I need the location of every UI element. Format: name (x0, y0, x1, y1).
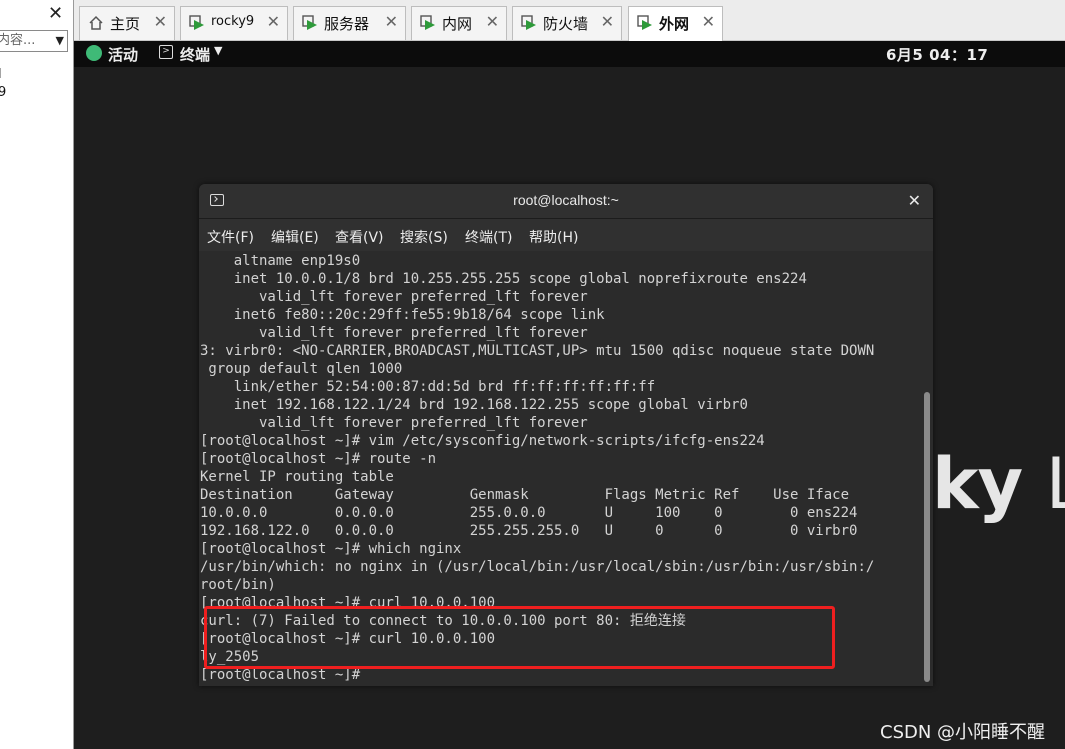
library-search-input[interactable]: 内容... ▼ (0, 30, 68, 52)
terminal-line: [root@localhost ~]# route -n (200, 451, 437, 467)
terminal-line: 3: virbr0: <NO-CARRIER,BROADCAST,MULTICA… (200, 343, 875, 359)
annotation-highlight-box (204, 606, 835, 669)
library-tree: l 9 (0, 66, 6, 102)
menu-edit[interactable]: 编辑(E) (271, 227, 319, 247)
tab-firewall[interactable]: 防火墙 ✕ (512, 6, 622, 40)
home-icon (89, 15, 103, 30)
tab-label: 主页 (110, 15, 141, 33)
vm-icon (189, 15, 204, 30)
terminal-line: link/ether 52:54:00:87:dd:5d brd ff:ff:f… (200, 379, 656, 395)
terminal-line: 10.0.0.0 0.0.0.0 255.0.0.0 U 100 0 0 ens… (200, 505, 858, 521)
terminal-icon: > (159, 45, 173, 59)
vm-icon (420, 15, 435, 30)
terminal-line: root/bin) (200, 577, 276, 593)
tab-label: 外网 (659, 15, 690, 33)
terminal-title-bar[interactable]: root@localhost:~ ✕ (199, 184, 933, 219)
terminal-line: [root@localhost ~]# vim /etc/sysconfig/n… (200, 433, 765, 449)
terminal-line: Kernel IP routing table (200, 469, 394, 485)
tab-label: 防火墙 (543, 15, 589, 33)
tab-intranet[interactable]: 内网 ✕ (411, 6, 507, 40)
terminal-line: inet6 fe80::20c:29ff:fe55:9b18/64 scope … (200, 307, 605, 323)
chevron-down-icon[interactable]: ▼ (56, 31, 64, 51)
menu-search[interactable]: 搜索(S) (400, 227, 448, 247)
close-icon[interactable]: ✕ (908, 191, 921, 210)
caret-down-icon[interactable]: ▼ (214, 44, 222, 57)
terminal-line: valid_lft forever preferred_lft forever (200, 325, 588, 341)
wallpaper-logo-text: ky Lin (932, 443, 1065, 525)
close-icon[interactable]: ✕ (154, 12, 167, 31)
gnome-top-bar: 活动 > 终端 ▼ 6月5 04：17 (74, 41, 1065, 67)
library-panel: ✕ 内容... ▼ l 9 (0, 0, 74, 749)
terminal-scrollbar[interactable] (924, 392, 930, 682)
tree-item[interactable]: l (0, 66, 6, 84)
close-icon[interactable]: ✕ (486, 12, 499, 31)
menu-file[interactable]: 文件(F) (207, 227, 254, 247)
watermark: CSDN @小阳睡不醒 (880, 722, 1046, 743)
terminal-line: [root@localhost ~]# which nginx (200, 541, 462, 557)
close-icon[interactable]: ✕ (385, 12, 398, 31)
window-title: root@localhost:~ (513, 192, 619, 208)
tab-server[interactable]: 服务器 ✕ (293, 6, 406, 40)
tab-label: 服务器 (324, 15, 370, 33)
tab-extranet[interactable]: 外网 ✕ (628, 6, 723, 41)
terminal-menu-bar: 文件(F) 编辑(E) 查看(V) 搜索(S) 终端(T) 帮助(H) (199, 219, 933, 251)
activities-icon (86, 45, 102, 61)
terminal-line: valid_lft forever preferred_lft forever (200, 289, 588, 305)
terminal-line: inet 10.0.0.1/8 brd 10.255.255.255 scope… (200, 271, 807, 287)
vm-icon (637, 15, 652, 30)
vm-icon (302, 15, 317, 30)
activities-button[interactable]: 活动 (108, 44, 138, 65)
terminal-line: /usr/bin/which: no nginx in (/usr/local/… (200, 559, 875, 575)
close-icon[interactable]: ✕ (267, 12, 280, 31)
terminal-line: valid_lft forever preferred_lft forever (200, 415, 588, 431)
close-icon[interactable]: ✕ (601, 12, 614, 31)
menu-terminal[interactable]: 终端(T) (465, 227, 512, 247)
terminal-line: inet 192.168.122.1/24 brd 192.168.122.25… (200, 397, 748, 413)
menu-view[interactable]: 查看(V) (335, 227, 384, 247)
terminal-line: group default qlen 1000 (200, 361, 403, 377)
tab-label: rocky9 (211, 14, 255, 29)
tab-rocky9[interactable]: rocky9 ✕ (180, 6, 288, 40)
terminal-app-menu[interactable]: 终端 (180, 44, 210, 65)
terminal-line: Destination Gateway Genmask Flags Metric… (200, 487, 850, 503)
close-icon[interactable]: ✕ (48, 3, 63, 24)
tab-label: 内网 (442, 15, 473, 33)
terminal-line: altname enp19s0 (200, 253, 361, 269)
clock[interactable]: 6月5 04：17 (886, 44, 988, 65)
close-icon[interactable]: ✕ (702, 12, 715, 31)
menu-help[interactable]: 帮助(H) (529, 227, 578, 247)
vm-tab-bar: 主页 ✕ rocky9 ✕ 服务器 ✕ 内网 ✕ 防火墙 ✕ 外网 ✕ (74, 0, 1065, 41)
tree-item[interactable]: 9 (0, 84, 6, 102)
vm-icon (521, 15, 536, 30)
search-placeholder: 内容... (0, 33, 36, 48)
terminal-line: 192.168.122.0 0.0.0.0 255.255.255.0 U 0 … (200, 523, 858, 539)
tab-home[interactable]: 主页 ✕ (79, 6, 175, 40)
